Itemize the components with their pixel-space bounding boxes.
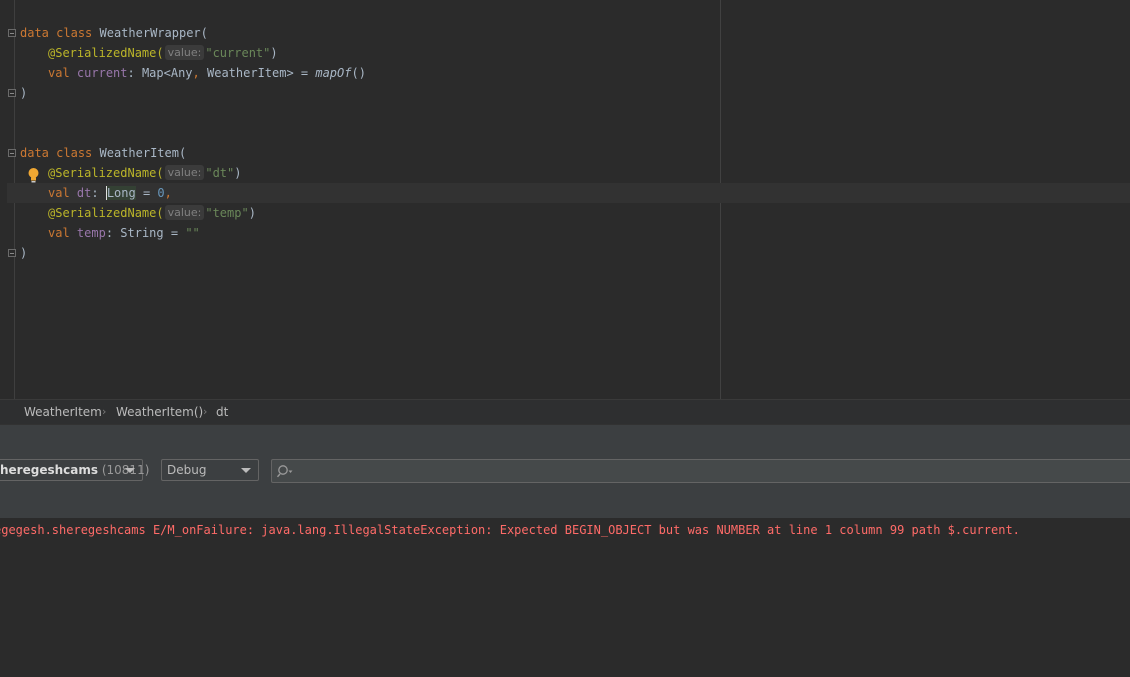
property-name: dt	[76, 186, 92, 200]
chevron-right-icon: ›	[102, 405, 107, 418]
equals: =	[135, 186, 158, 200]
paren: )	[270, 46, 278, 60]
code-line-10[interactable]: )	[0, 243, 1130, 263]
keyword: val	[48, 66, 70, 80]
code-line-3[interactable]: val current: Map<Any, WeatherItem> = map…	[0, 63, 1130, 83]
breadcrumb: WeatherItem › WeatherItem() › dt	[0, 399, 1130, 424]
logcat-toolbar: heregeshcams (10811) Debug	[0, 450, 1130, 518]
comma: ,	[164, 186, 172, 200]
breadcrumb-item-constructor[interactable]: WeatherItem()	[116, 404, 203, 420]
paren: )	[234, 166, 242, 180]
chevron-right-icon: ›	[203, 405, 208, 418]
type-text: WeatherItem> =	[199, 66, 316, 80]
code-line-5[interactable]: data class WeatherItem(	[0, 143, 1130, 163]
chevron-down-icon	[125, 468, 135, 473]
fold-icon[interactable]	[8, 249, 16, 257]
keyword: class	[56, 26, 93, 40]
paren: )	[20, 86, 28, 100]
property-name: temp	[76, 226, 106, 240]
string-literal: "dt"	[205, 166, 235, 180]
logcat-header-bar	[0, 424, 1130, 451]
code-line-1[interactable]: data class WeatherWrapper(	[0, 23, 1130, 43]
logcat-search-field[interactable]	[271, 459, 1130, 484]
parameter-hint: value:	[164, 165, 205, 180]
chevron-down-icon	[241, 468, 251, 473]
paren: ()	[351, 66, 366, 80]
parameter-hint: value:	[164, 205, 205, 220]
breadcrumb-item-property[interactable]: dt	[216, 404, 228, 420]
function-call: mapOf	[315, 66, 352, 80]
log-level-select[interactable]: Debug	[161, 459, 259, 481]
breadcrumb-item-class[interactable]: WeatherItem	[24, 404, 102, 420]
logcat-search-input[interactable]	[296, 460, 1100, 484]
process-name: heregeshcams	[0, 463, 99, 477]
class-name: WeatherItem(	[99, 146, 187, 160]
code-line-9[interactable]: val temp: String = ""	[0, 223, 1130, 243]
log-entry-error[interactable]: egegesh.sheregeshcams E/M_onFailure: jav…	[0, 521, 1020, 539]
string-literal: "current"	[205, 46, 271, 60]
search-icon[interactable]	[277, 464, 293, 478]
type-with-caret[interactable]: Long	[105, 186, 136, 200]
keyword: val	[48, 186, 70, 200]
type-text: : String =	[105, 226, 186, 240]
code-line-2[interactable]: @SerializedName(value: "current")	[0, 43, 1130, 63]
fold-icon[interactable]	[8, 149, 16, 157]
logcat-output[interactable]: egegesh.sheregeshcams E/M_onFailure: jav…	[0, 518, 1130, 677]
string-literal: "temp"	[205, 206, 249, 220]
property-name: current	[76, 66, 128, 80]
code-editor[interactable]: data class WeatherWrapper( @SerializedNa…	[0, 0, 1130, 399]
keyword: val	[48, 226, 70, 240]
comma: ,	[192, 66, 200, 80]
string-literal: ""	[185, 226, 200, 240]
lightbulb-icon[interactable]	[27, 167, 40, 184]
keyword: class	[56, 146, 93, 160]
type-text: : Map<Any	[127, 66, 193, 80]
annotation: @SerializedName(	[48, 46, 164, 60]
code-line-6[interactable]: @SerializedName(value: "dt")	[0, 163, 1130, 183]
class-name: WeatherWrapper(	[99, 26, 208, 40]
annotation: @SerializedName(	[48, 206, 164, 220]
code-line-8[interactable]: @SerializedName(value: "temp")	[0, 203, 1130, 223]
keyword: data	[20, 146, 49, 160]
fold-icon[interactable]	[8, 29, 16, 37]
parameter-hint: value:	[164, 45, 205, 60]
number-literal: 0	[157, 186, 165, 200]
code-line-4[interactable]: )	[0, 83, 1130, 103]
colon: :	[91, 186, 106, 200]
code-line-7-current[interactable]: val dt: Long = 0,	[7, 183, 1130, 203]
keyword: data	[20, 26, 49, 40]
paren: )	[248, 206, 256, 220]
process-select[interactable]: heregeshcams (10811)	[0, 459, 149, 481]
paren: )	[20, 246, 28, 260]
annotation: @SerializedName(	[48, 166, 164, 180]
fold-icon[interactable]	[8, 89, 16, 97]
log-level-value: Debug	[167, 463, 207, 477]
